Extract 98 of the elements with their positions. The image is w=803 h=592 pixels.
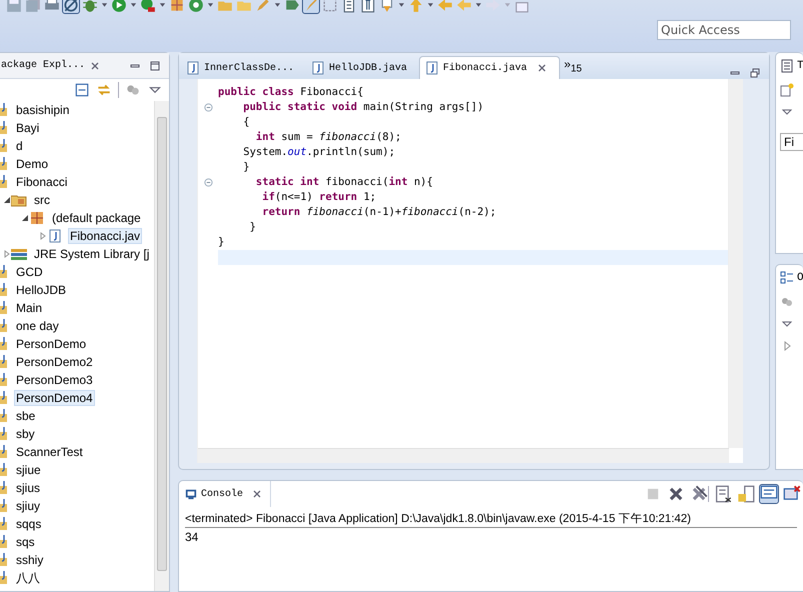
collapsed-arrow-icon[interactable] <box>3 250 11 258</box>
tree-item[interactable]: JRE System Library [j <box>32 246 152 262</box>
pilcrow-icon[interactable] <box>360 0 376 13</box>
tree-item[interactable]: ScannerTest <box>14 444 85 460</box>
dropdown-caret-icon[interactable] <box>475 2 482 8</box>
java-file-icon <box>312 61 324 75</box>
console-tab[interactable]: Console <box>179 481 272 507</box>
scrollbar[interactable] <box>728 79 743 448</box>
library-icon <box>11 247 27 261</box>
pin-console-icon[interactable] <box>760 485 778 503</box>
dropdown-caret-icon[interactable] <box>398 2 405 8</box>
close-icon[interactable] <box>252 489 262 499</box>
editor-tab[interactable]: HelloJDB.java <box>306 57 420 79</box>
tree-item[interactable]: Main <box>14 300 44 316</box>
skip-breakpoints-icon[interactable] <box>63 0 79 13</box>
run-icon[interactable] <box>111 0 127 13</box>
remove-launch-icon[interactable] <box>667 485 685 503</box>
external-tools-icon[interactable] <box>140 0 156 13</box>
document-icon[interactable] <box>341 0 357 13</box>
code-line: } <box>217 235 226 250</box>
tree-item[interactable]: 八八 <box>14 568 42 588</box>
remove-all-icon[interactable] <box>690 485 708 503</box>
code-line: public static void main(String args[]) <box>198 100 728 115</box>
code-line: static int fibonacci(int n){ <box>198 175 728 190</box>
source-folder-icon <box>11 193 27 207</box>
collapse-all-icon[interactable] <box>74 82 90 98</box>
outline-icon[interactable] <box>780 271 794 285</box>
code-line: System.out.println(sum); <box>242 145 396 160</box>
tree-item[interactable]: sqs <box>14 534 37 550</box>
dropdown-caret-icon[interactable] <box>130 2 137 8</box>
tree-item[interactable]: sjiue <box>14 462 43 478</box>
tree-item[interactable]: sqqs <box>14 516 44 532</box>
expanded-arrow-icon[interactable] <box>21 214 29 222</box>
tree-item[interactable]: sjius <box>14 480 42 496</box>
package-icon <box>29 211 45 225</box>
panel-title[interactable]: T <box>797 60 803 72</box>
code-line: int sum = fibonacci(8); <box>254 130 402 145</box>
tree-item[interactable]: one day <box>14 318 61 334</box>
code-line: } <box>242 160 251 175</box>
find-field[interactable]: Fi <box>780 133 803 151</box>
display-console-icon[interactable] <box>783 485 801 503</box>
tree-item[interactable]: PersonDemo <box>14 336 88 352</box>
dropdown-caret-icon[interactable] <box>101 2 108 8</box>
tree-item[interactable]: src <box>32 192 52 208</box>
package-icon[interactable] <box>169 0 185 13</box>
tree-item[interactable]: sjiuy <box>14 498 42 514</box>
java-file-icon <box>426 61 438 75</box>
next-annotation-icon[interactable] <box>379 0 395 13</box>
tree-item[interactable]: Fibonacci.jav <box>68 228 142 244</box>
monitor-icon <box>185 487 197 501</box>
tree-item[interactable]: GCD <box>14 264 45 280</box>
tree-item[interactable]: PersonDemo2 <box>14 354 95 370</box>
quick-access-field[interactable]: Quick Access <box>657 20 791 40</box>
clear-console-icon[interactable] <box>714 485 732 503</box>
bug-icon[interactable] <box>82 0 98 13</box>
task-list-icon[interactable] <box>780 59 794 73</box>
dropdown-caret-icon[interactable] <box>207 2 214 8</box>
dropdown-caret-icon[interactable] <box>274 2 281 8</box>
collapsed-arrow-icon[interactable] <box>39 232 47 240</box>
more-tabs-button[interactable]: »$_{15}$ <box>564 57 582 75</box>
panel-title[interactable]: O <box>797 272 803 284</box>
close-icon[interactable] <box>90 60 100 70</box>
expanded-arrow-icon[interactable] <box>3 196 11 204</box>
dropdown-caret-icon <box>504 2 511 8</box>
code-line: return fibonacci(n-1)+fibonacci(n-2); <box>261 205 498 220</box>
close-icon[interactable] <box>537 63 548 73</box>
tree-item[interactable]: PersonDemo3 <box>14 372 95 388</box>
console-status: <terminated> Fibonacci [Java Application] D:\Java\jdk1.8.0\bin\javaw.exe (2015-4-15 下午10:21:42) <box>185 511 797 528</box>
code-line: } <box>248 220 257 235</box>
tree-item[interactable]: basishipin <box>14 102 72 118</box>
tree-item[interactable]: PersonDemo4 <box>14 390 95 406</box>
restore-icon[interactable] <box>749 67 761 79</box>
editor-tab[interactable]: InnerClassDe... <box>181 57 306 79</box>
block-selection-icon[interactable] <box>322 0 338 13</box>
code-line: if(n<=1) return 1; <box>261 190 378 205</box>
scrollbar[interactable] <box>198 448 729 463</box>
dropdown-caret-icon[interactable] <box>427 2 434 8</box>
tree-item[interactable]: HelloJDB <box>14 282 68 298</box>
tree-item[interactable]: Bayi <box>14 120 42 136</box>
scroll-lock-icon[interactable] <box>737 485 755 503</box>
tree-item[interactable]: d <box>14 138 25 154</box>
dropdown-caret-icon[interactable] <box>159 2 166 8</box>
console-output: 34 <box>185 529 200 544</box>
maximize-icon[interactable] <box>149 60 161 72</box>
new-task-icon[interactable] <box>780 83 794 97</box>
tree-item[interactable]: sshiy <box>14 552 46 568</box>
tree-item[interactable]: sby <box>14 426 37 442</box>
editor-tab[interactable]: Fibonacci.java <box>419 56 560 79</box>
code-line: public class Fibonacci{ <box>217 85 364 100</box>
class-icon[interactable] <box>188 0 204 13</box>
java-file-icon <box>187 61 199 75</box>
java-file-icon <box>47 229 63 243</box>
code-line: { <box>242 115 251 130</box>
tree-item[interactable]: Fibonacci <box>14 174 70 190</box>
tree-item[interactable]: Demo <box>14 156 50 172</box>
scrollbar[interactable] <box>154 101 169 591</box>
tree-item[interactable]: sbe <box>14 408 38 424</box>
tree-item[interactable]: (default package <box>50 210 143 226</box>
